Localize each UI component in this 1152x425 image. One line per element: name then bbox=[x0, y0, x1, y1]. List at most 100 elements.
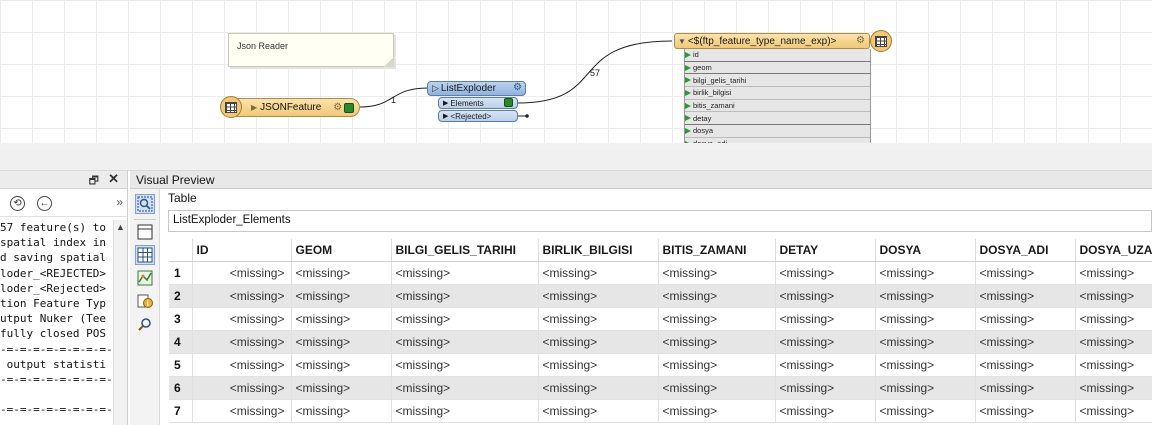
table-cell[interactable]: <missing> bbox=[658, 376, 776, 400]
table-row[interactable]: 2 <missing> <missing> <missing> <missing> <mi… bbox=[169, 284, 1152, 308]
table-cell[interactable]: <missing> bbox=[291, 376, 392, 400]
table-cell[interactable]: <missing> bbox=[658, 307, 776, 331]
table-cell[interactable]: <missing> bbox=[391, 261, 539, 285]
column-header[interactable]: BIRLIK_BILGISI bbox=[538, 239, 659, 262]
graphics-view-icon[interactable] bbox=[135, 268, 155, 288]
column-header[interactable]: DOSYA bbox=[875, 239, 976, 262]
transformer-port-elements[interactable]: ▶ Elements bbox=[438, 97, 518, 109]
column-header[interactable]: DOSYA_UZAI bbox=[1075, 239, 1152, 262]
table-cell[interactable]: <missing> bbox=[391, 307, 539, 331]
reader-node[interactable]: ▶ JSONFeature ⚙ bbox=[224, 98, 360, 117]
table-cell[interactable]: <missing> bbox=[538, 261, 659, 285]
attribute-row[interactable]: birlik_bilgisi bbox=[685, 87, 870, 100]
attribute-row[interactable]: bilgi_gelis_tarihi bbox=[685, 74, 870, 88]
table-cell[interactable]: <missing> bbox=[291, 399, 392, 423]
gear-icon[interactable]: ⚙ bbox=[513, 82, 522, 93]
table-cell[interactable]: <missing> bbox=[291, 353, 392, 377]
reader-feature-type-icon[interactable] bbox=[220, 96, 242, 118]
table-cell[interactable]: <missing> bbox=[291, 261, 392, 285]
row-number[interactable]: 2 bbox=[169, 284, 193, 308]
view-layout-icon[interactable] bbox=[135, 222, 155, 242]
attribute-row[interactable]: dosya bbox=[685, 125, 870, 138]
log-output[interactable]: 57 feature(s) to spatial index in d saving… bbox=[0, 220, 113, 425]
table-cell[interactable]: <missing> bbox=[875, 376, 976, 400]
column-header[interactable]: BILGI_GELIS_TARIHI bbox=[391, 239, 539, 262]
table-cell[interactable]: <missing> bbox=[875, 353, 976, 377]
table-name-field[interactable]: ListExploder_Elements bbox=[168, 210, 1152, 232]
workspace-canvas[interactable]: Json Reader 1 57 ▶ JSONFeature ⚙ ▷ ListE… bbox=[0, 0, 1152, 143]
table-cell[interactable]: <missing> bbox=[1075, 284, 1152, 308]
table-cell[interactable]: <missing> bbox=[658, 399, 776, 423]
refresh-icon[interactable]: ⟲ bbox=[10, 196, 25, 211]
table-cell[interactable]: <missing> bbox=[658, 261, 776, 285]
table-cell[interactable]: <missing> bbox=[538, 376, 659, 400]
column-header[interactable]: ID bbox=[192, 239, 292, 262]
table-cell[interactable]: <missing> bbox=[538, 284, 659, 308]
table-cell[interactable]: <missing> bbox=[192, 284, 292, 308]
table-row[interactable]: 1 <missing> <missing> <missing> <missing> <mi… bbox=[169, 261, 1152, 285]
table-cell[interactable]: <missing> bbox=[538, 399, 659, 423]
table-row[interactable]: 4 <missing> <missing> <missing> <missing> <mi… bbox=[169, 330, 1152, 354]
attribute-row[interactable]: detay bbox=[685, 112, 870, 126]
table-row[interactable]: 3 <missing> <missing> <missing> <missing> <mi… bbox=[169, 307, 1152, 331]
table-cell[interactable]: <missing> bbox=[192, 353, 292, 377]
column-header[interactable]: DOSYA_ADI bbox=[975, 239, 1076, 262]
inspection-tools-icon[interactable] bbox=[135, 314, 155, 334]
table-cell[interactable]: <missing> bbox=[775, 307, 876, 331]
table-cell[interactable]: <missing> bbox=[291, 284, 392, 308]
table-cell[interactable]: <missing> bbox=[975, 376, 1076, 400]
table-cell[interactable]: <missing> bbox=[975, 261, 1076, 285]
table-cell[interactable]: <missing> bbox=[1075, 376, 1152, 400]
table-cell[interactable]: <missing> bbox=[975, 399, 1076, 423]
row-number[interactable]: 4 bbox=[169, 330, 193, 354]
table-cell[interactable]: <missing> bbox=[1075, 353, 1152, 377]
transformer-port-rejected[interactable]: ▶ <Rejected> bbox=[438, 110, 518, 122]
table-cell[interactable]: <missing> bbox=[775, 376, 876, 400]
table-cell[interactable]: <missing> bbox=[391, 284, 539, 308]
log-scrollbar[interactable]: ▲ bbox=[113, 220, 127, 425]
table-cell[interactable]: <missing> bbox=[1075, 307, 1152, 331]
writer-feature-type-icon[interactable] bbox=[870, 30, 892, 52]
row-number[interactable]: 7 bbox=[169, 399, 193, 423]
table-cell[interactable]: <missing> bbox=[875, 399, 976, 423]
table-cell[interactable]: <missing> bbox=[391, 353, 539, 377]
tab-table[interactable]: Table bbox=[168, 191, 197, 205]
table-cell[interactable]: <missing> bbox=[975, 353, 1076, 377]
table-row[interactable]: 6 <missing> <missing> <missing> <missing> <mi… bbox=[169, 376, 1152, 400]
table-cell[interactable]: <missing> bbox=[192, 261, 292, 285]
table-cell[interactable]: <missing> bbox=[775, 399, 876, 423]
scroll-up-icon[interactable]: ▲ bbox=[116, 222, 125, 232]
table-cell[interactable]: <missing> bbox=[875, 307, 976, 331]
panel-splitter[interactable] bbox=[0, 149, 1152, 171]
row-number[interactable]: 5 bbox=[169, 353, 193, 377]
table-view-icon[interactable] bbox=[135, 245, 155, 265]
gear-icon[interactable]: ⚙ bbox=[333, 102, 342, 113]
table-cell[interactable]: <missing> bbox=[192, 307, 292, 331]
table-cell[interactable]: <missing> bbox=[391, 330, 539, 354]
table-cell[interactable]: <missing> bbox=[875, 261, 976, 285]
table-row[interactable]: 5 <missing> <missing> <missing> <missing> <mi… bbox=[169, 353, 1152, 377]
column-header[interactable]: BITIS_ZAMANI bbox=[658, 239, 776, 262]
table-cell[interactable]: <missing> bbox=[975, 330, 1076, 354]
table-cell[interactable]: <missing> bbox=[658, 353, 776, 377]
table-cell[interactable]: <missing> bbox=[875, 330, 976, 354]
table-row[interactable]: 7 <missing> <missing> <missing> <missing> <mi… bbox=[169, 399, 1152, 423]
row-number[interactable]: 6 bbox=[169, 376, 193, 400]
table-cell[interactable]: <missing> bbox=[975, 284, 1076, 308]
writer-feature-type-header[interactable]: ▼ <$(ftp_feature_type_name_exp)> ⚙ bbox=[674, 33, 870, 49]
attribute-row[interactable]: geom bbox=[685, 62, 870, 75]
back-arrow-icon[interactable]: ← bbox=[37, 196, 52, 211]
table-cell[interactable]: <missing> bbox=[1075, 261, 1152, 285]
table-cell[interactable]: <missing> bbox=[192, 399, 292, 423]
table-cell[interactable]: <missing> bbox=[538, 330, 659, 354]
table-cell[interactable]: <missing> bbox=[1075, 330, 1152, 354]
table-cell[interactable]: <missing> bbox=[1075, 399, 1152, 423]
table-cell[interactable]: <missing> bbox=[875, 284, 976, 308]
table-cell[interactable]: <missing> bbox=[538, 307, 659, 331]
table-cell[interactable]: <missing> bbox=[975, 307, 1076, 331]
inspect-zoom-icon[interactable] bbox=[135, 194, 155, 214]
row-number[interactable]: 1 bbox=[169, 261, 193, 285]
attribute-row[interactable]: bitis_zamani bbox=[685, 100, 870, 113]
table-cell[interactable]: <missing> bbox=[538, 353, 659, 377]
table-cell[interactable]: <missing> bbox=[775, 353, 876, 377]
